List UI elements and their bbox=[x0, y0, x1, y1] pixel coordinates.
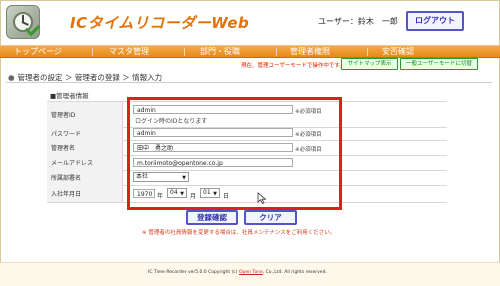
mode-warning: 現在、管理ユーザーモードで操作中です。 bbox=[241, 63, 345, 69]
bottom-note: ※ 管理者の社員情報を変更する場合は、社員メンテナンスをご利用ください。 bbox=[142, 230, 336, 236]
admin-name-label: 管理者名 bbox=[47, 140, 123, 155]
nav-item-department[interactable]: 部門・役職 bbox=[200, 46, 240, 57]
footer-suffix: , Co.,Ltd. All rights reserved. bbox=[262, 270, 327, 275]
email-label: メールアドレス bbox=[47, 155, 123, 170]
sitemap-button[interactable]: サイトマップ表示 bbox=[341, 58, 398, 70]
department-label: 所属部署名 bbox=[47, 170, 123, 185]
page: ICタイムリコーダーWeb ユーザー：鈴木 一郎 ログアウト トップページ マス… bbox=[0, 0, 500, 286]
logout-button[interactable]: ログアウト bbox=[406, 11, 464, 31]
join-date-label: 入社年月日 bbox=[47, 185, 123, 202]
password-label: パスワード bbox=[47, 126, 123, 140]
nav-item-top[interactable]: トップページ bbox=[14, 46, 62, 57]
footer-copyright: IC Time Recorder ver5.0.0 Copyright (c) … bbox=[148, 270, 327, 275]
company-link[interactable]: Open Tone bbox=[239, 270, 263, 275]
footer: IC Time Recorder ver5.0.0 Copyright (c) … bbox=[0, 262, 500, 286]
main-nav: トップページ マスタ管理 部門・役職 管理者権限 安否確認 bbox=[0, 45, 500, 58]
nav-item-master[interactable]: マスタ管理 bbox=[109, 46, 149, 57]
user-label: ユーザー：鈴木 一郎 bbox=[318, 17, 398, 26]
breadcrumb-bullet: ● bbox=[8, 73, 15, 82]
clock-logo-icon bbox=[6, 5, 41, 39]
nav-item-safety-check[interactable]: 安否確認 bbox=[382, 46, 414, 57]
nav-item-admin-rights[interactable]: 管理者権限 bbox=[290, 46, 330, 57]
mouse-cursor-icon bbox=[257, 192, 267, 204]
confirm-button[interactable]: 登録確認 bbox=[186, 210, 238, 225]
breadcrumb-text: 管理者の設定 ＞ 管理者の登録 ＞ 情報入力 bbox=[17, 73, 163, 82]
divider bbox=[6, 82, 492, 83]
app-title: ICタイムリコーダーWeb bbox=[70, 14, 250, 32]
clear-button[interactable]: クリア bbox=[244, 210, 297, 225]
footer-prefix: IC Time Recorder ver5.0.0 Copyright (c) bbox=[148, 270, 238, 275]
admin-id-label: 管理者ID bbox=[47, 102, 123, 127]
highlight-box bbox=[127, 97, 342, 210]
user-mode-button[interactable]: 一般ユーザーモードに切替 bbox=[400, 58, 478, 70]
section-title: ■管理者情報 bbox=[50, 92, 89, 100]
